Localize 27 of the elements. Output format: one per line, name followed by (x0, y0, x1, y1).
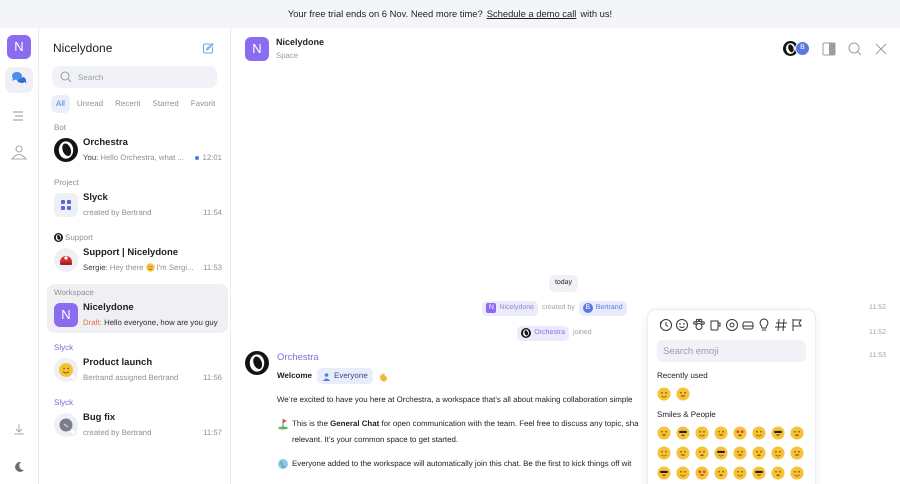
conversation-name: Product launch (83, 356, 154, 370)
group-label: Support (65, 232, 94, 244)
section-title: Smiles & People (657, 409, 717, 421)
demo-link[interactable]: Schedule a demo call (486, 6, 576, 22)
group-label: Slyck (54, 396, 74, 409)
space-avatar: N (245, 36, 269, 61)
author-name: Orchestra (277, 350, 319, 365)
banner-text: with us! (580, 6, 612, 21)
conversation-name: Bug fix (83, 410, 116, 425)
group-label: Workspace (54, 286, 94, 299)
banner-text: Your free trial ends on 6 Nov. Need more time? (288, 6, 483, 21)
search-field[interactable]: Search (52, 66, 217, 88)
conversation-name: Orchestra (83, 136, 129, 150)
chat-title: Nicelydone (276, 36, 324, 49)
welcome-text: Welcome (277, 370, 312, 382)
everyone-mention[interactable]: Everyone (316, 368, 373, 384)
conversation-name: Nicelydone (83, 300, 135, 315)
group-label: Project (54, 176, 79, 189)
conversation-name: Support | Nicelydone (83, 246, 180, 260)
group-label: Bot (54, 122, 66, 134)
group-label: Slyck (54, 342, 74, 354)
sidebar-title: Nicelydone (53, 40, 112, 57)
emoji-search-field[interactable]: Search emoji (657, 340, 806, 362)
conversation-name: Slyck (83, 190, 109, 205)
workspace-avatar: N (7, 35, 31, 59)
section-title: Recently used (657, 370, 709, 382)
conversation-avatar: N (54, 302, 78, 327)
